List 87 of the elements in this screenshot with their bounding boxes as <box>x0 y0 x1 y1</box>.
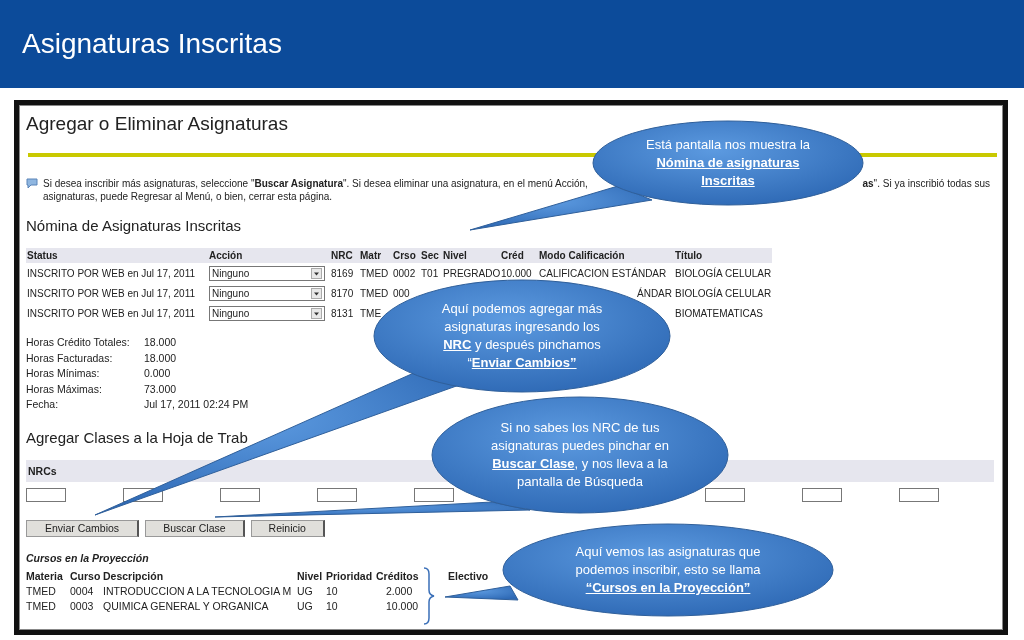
column-header: Descripción <box>103 568 165 584</box>
curly-bracket-icon <box>423 567 435 625</box>
column-header: Status <box>26 248 208 263</box>
nrc-input-field[interactable] <box>802 487 842 502</box>
nrc-input-field[interactable] <box>414 487 454 502</box>
info-text: as". Si ya inscribió todas sus <box>862 177 990 190</box>
column-header: Electivo <box>447 568 490 584</box>
table-cell: 0003 <box>70 599 94 612</box>
table-cell: BIOLOGÍA CELULAR <box>675 267 772 279</box>
info-text: Si desea inscribir más asignaturas, seleccione "Buscar Asignatura". Si desea eliminar una asignatura, en el menú Acción, <box>43 177 588 190</box>
table-cell: 8131 <box>331 307 354 319</box>
form-button[interactable]: Reinicio <box>250 519 325 537</box>
table-cell: BIOLOGÍA CELULAR <box>675 287 772 299</box>
column-header: Sec <box>420 248 442 263</box>
column-header: Nivel <box>297 568 324 584</box>
dropdown[interactable]: Ninguno <box>209 285 325 301</box>
total-value: 18.000 <box>144 335 178 350</box>
table-cell: 8169 <box>331 267 354 279</box>
column-header: Nivel <box>442 248 500 263</box>
table-cell: 000 <box>393 287 410 299</box>
table-cell: 10.000 <box>501 267 532 279</box>
table-cell: T01 <box>421 267 439 279</box>
nrc-input-field[interactable] <box>705 487 745 502</box>
nrc-input-field[interactable] <box>220 487 260 502</box>
column-header: Créditos <box>376 568 420 584</box>
column-header: Modo Calificación <box>538 248 674 263</box>
table-cell: 0004 <box>70 584 94 597</box>
total-value: Jul 17, 2011 02:24 PM <box>144 397 249 412</box>
total-label: Horas Crédito Totales: <box>26 335 131 350</box>
total-label: Horas Mínimas: <box>26 366 101 381</box>
column-header: Matr <box>359 248 392 263</box>
form-button[interactable]: Enviar Cambios <box>26 519 140 537</box>
column-header: Acción <box>208 248 330 263</box>
table-cell: TME <box>360 307 382 319</box>
table-cell: TMED <box>360 287 389 299</box>
table-cell: UG <box>297 599 313 612</box>
column-header: Materia <box>26 568 64 584</box>
section-heading: Agregar Clases a la Hoja de Trab <box>26 428 248 446</box>
table-cell: INSCRITO POR WEB en Jul 17, 2011 <box>27 287 196 299</box>
table-cell: QUIMICA GENERAL Y ORGANICA <box>103 599 269 612</box>
total-label: Horas Máximas: <box>26 381 103 397</box>
callout-text: Aquí vemos las asignaturas que podemos inscribir, esto se llama “Cursos en la Proyección” <box>574 543 762 597</box>
nrc-input-field[interactable] <box>899 487 939 502</box>
callout-text: Está pantalla nos muestra la Nómina de asignaturas Inscritas <box>645 136 811 190</box>
table-cell: INTRODUCCION A LA TECNOLOGIA M <box>103 584 292 597</box>
table-cell: INSCRITO POR WEB en Jul 17, 2011 <box>27 307 196 319</box>
caret-icon <box>311 287 322 299</box>
section-heading: Nómina de Asignaturas Inscritas <box>26 217 242 234</box>
total-value: 18.000 <box>144 350 178 366</box>
table-cell: UG <box>297 584 313 597</box>
table-cell: 10 <box>326 584 338 597</box>
column-header: Título <box>674 248 772 263</box>
callout-text: Aquí podemos agregar más asignaturas ingresando los NRC y después pinchamos “Enviar Cambios” <box>440 300 604 372</box>
total-value: 0.000 <box>144 366 172 381</box>
column-header: NRC <box>330 248 359 263</box>
nrc-input-field[interactable] <box>317 487 357 502</box>
column-header: Créd <box>500 248 538 263</box>
page-title: Agregar o Eliminar Asignaturas <box>26 113 288 135</box>
table-cell: INSCRITO POR WEB en Jul 17, 2011 <box>27 267 196 279</box>
section-heading: Cursos en la Proyección <box>26 550 149 565</box>
total-value: 73.000 <box>144 381 178 397</box>
dropdown[interactable]: Ninguno <box>209 265 325 281</box>
table-cell: PREGRADO <box>443 267 501 279</box>
total-label: Fecha: <box>26 397 60 412</box>
table-cell: TMED <box>26 599 56 612</box>
table-cell: 0002 <box>393 267 416 279</box>
column-header: Prioridad <box>326 568 374 584</box>
table-cell: 8170 <box>331 287 354 299</box>
table-cell: BIOMATEMATICAS <box>675 307 763 319</box>
total-label: Horas Facturadas: <box>26 350 114 366</box>
table-cell: ÁNDAR <box>637 287 672 299</box>
caret-icon <box>311 267 322 279</box>
table-cell: CALIFICACION ESTÁNDAR <box>539 267 667 279</box>
table-cell: 10 <box>326 599 338 612</box>
speech-bubble-icon <box>26 178 38 189</box>
table-cell: 2.000 <box>386 584 413 597</box>
caret-icon <box>311 307 322 319</box>
slide-title: Asignaturas Inscritas <box>21 27 282 61</box>
table-cell: TMED <box>26 584 56 597</box>
column-header: Curso <box>70 568 102 584</box>
column-header: Crso <box>392 248 420 263</box>
nrc-input-field[interactable] <box>26 487 66 502</box>
form-button[interactable]: Buscar Clase <box>145 519 245 537</box>
table-cell: 10.000 <box>386 599 419 612</box>
dropdown[interactable]: Ninguno <box>209 305 325 321</box>
info-text: asignaturas, puede Regresar al Menú, o bien, cerrar esta página. <box>42 190 333 203</box>
table-cell: TMED <box>360 267 389 279</box>
